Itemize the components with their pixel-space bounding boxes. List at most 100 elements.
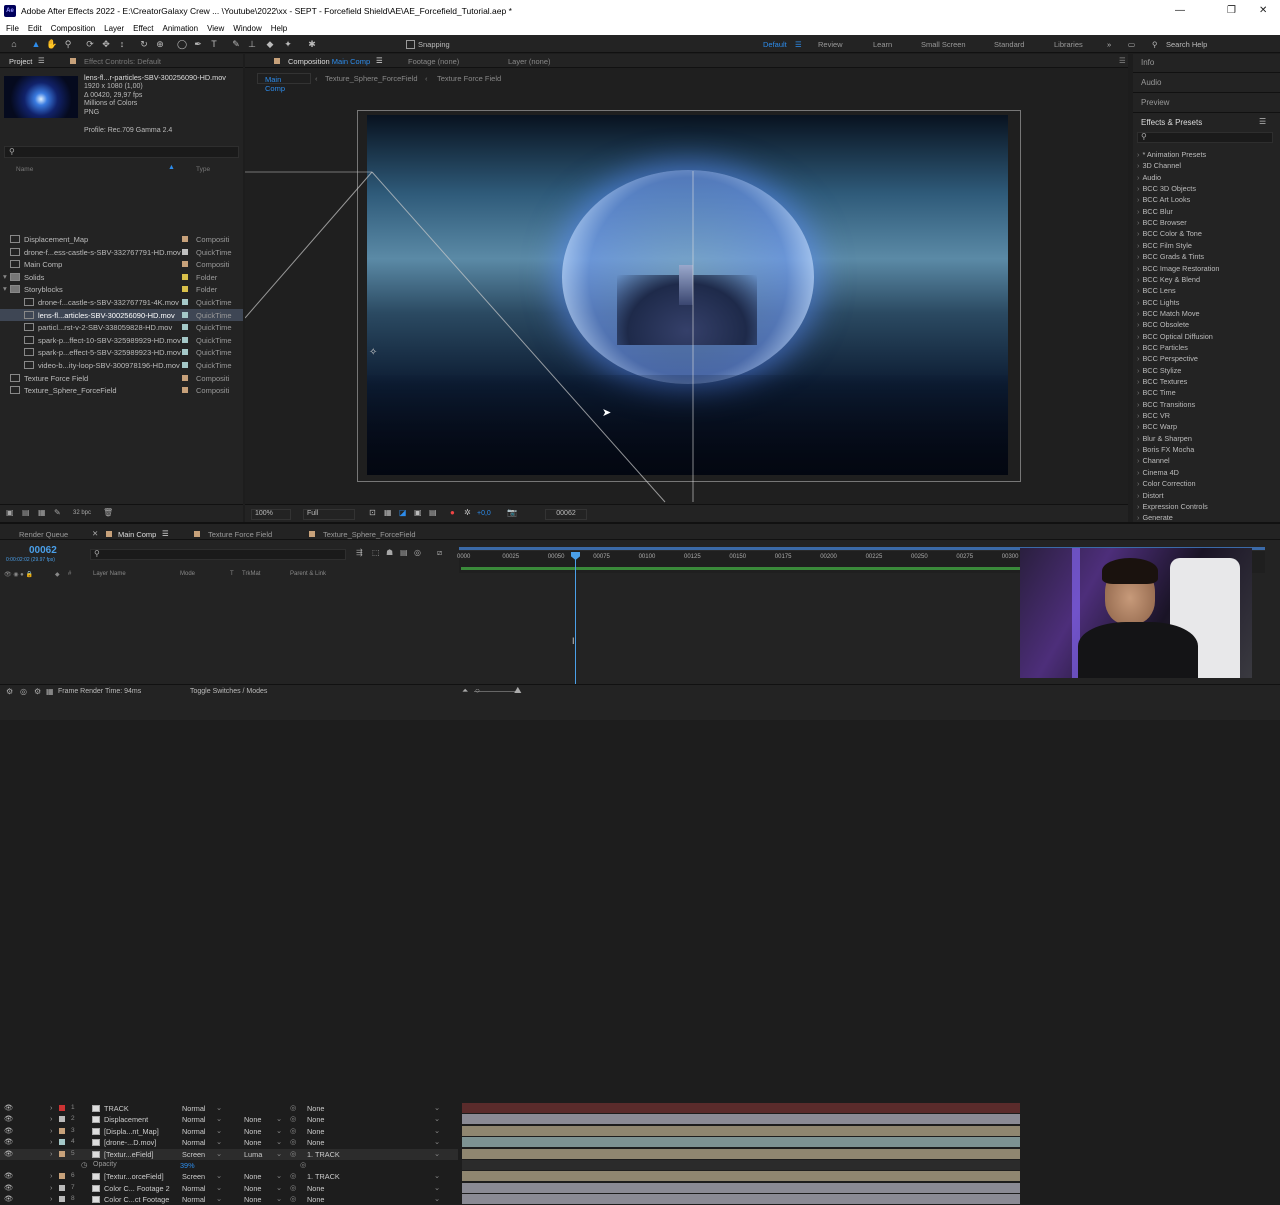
dolly-tool-icon[interactable]: ↕ <box>116 38 128 50</box>
layer-mode-select[interactable]: Normal <box>182 1184 206 1193</box>
effect-category[interactable]: BCC Textures <box>1137 377 1187 386</box>
frame-blending-icon[interactable]: ▤ <box>400 548 408 557</box>
menu-animation[interactable]: Animation <box>162 24 198 33</box>
eraser-tool-icon[interactable]: ◆ <box>264 38 276 50</box>
tab-texture-sphere[interactable]: Texture_Sphere_ForceField <box>323 530 416 539</box>
zoom-tool-icon[interactable]: ⚲ <box>62 38 74 50</box>
parent-select[interactable]: None <box>307 1138 324 1147</box>
brush-tool-icon[interactable]: ✎ <box>230 38 242 50</box>
tab-texture-force-field[interactable]: Texture Force Field <box>208 530 272 539</box>
effect-category[interactable]: BCC Blur <box>1137 207 1172 216</box>
layer-label-swatch[interactable] <box>59 1127 65 1134</box>
zoom-slider[interactable] <box>474 691 518 692</box>
eye-icon[interactable]: 👁 <box>4 1114 13 1123</box>
effect-category[interactable]: BCC Warp <box>1137 422 1177 431</box>
effect-category[interactable]: BCC Particles <box>1137 343 1187 352</box>
eye-icon[interactable]: 👁 <box>4 1194 13 1203</box>
layer-name[interactable]: [drone-...D.mov] <box>104 1138 156 1147</box>
layer-mode-select[interactable]: Normal <box>182 1115 206 1124</box>
layer-mode-select[interactable]: Normal <box>182 1127 206 1136</box>
opacity-value[interactable]: 39% <box>180 1161 195 1170</box>
layer-name[interactable]: [Displa...nt_Map] <box>104 1127 159 1136</box>
layer-label-swatch[interactable] <box>59 1184 65 1191</box>
label-color-swatch[interactable] <box>182 374 188 381</box>
chevron-right-icon[interactable]: › <box>50 1126 52 1135</box>
parent-select[interactable]: 1. TRACK <box>307 1150 340 1159</box>
layer-label-swatch[interactable] <box>59 1116 65 1123</box>
effect-category[interactable]: BCC Transitions <box>1137 400 1195 409</box>
label-color-swatch[interactable] <box>182 362 188 368</box>
project-item[interactable]: particl...rst-v-2-SBV-338059828-HD.mov Qu… <box>0 321 243 334</box>
chevron-down-icon[interactable]: ▾ <box>3 284 7 293</box>
parent-select[interactable]: None <box>307 1195 324 1204</box>
pickwhip-icon[interactable]: ◎ <box>290 1149 296 1158</box>
effect-category[interactable]: Expression Controls <box>1137 502 1207 511</box>
eye-icon[interactable]: 👁 <box>4 1137 13 1146</box>
menu-effect[interactable]: Effect <box>133 24 153 33</box>
resolution-select[interactable]: Full <box>303 509 355 520</box>
channel-icon[interactable]: ▤ <box>429 508 437 517</box>
effect-category[interactable]: BCC Lens <box>1137 286 1175 295</box>
label-color-swatch[interactable] <box>182 261 188 268</box>
type-tool-icon[interactable]: T <box>208 38 220 50</box>
layer-switches-icon[interactable]: ⚙ <box>6 687 13 696</box>
sort-up-icon[interactable]: ▲ <box>168 164 175 171</box>
effect-category[interactable]: BCC Optical Diffusion <box>1137 332 1212 341</box>
effect-category[interactable]: BCC Browser <box>1137 218 1186 227</box>
pickwhip-icon[interactable]: ◎ <box>300 1160 306 1169</box>
graph-editor-icon[interactable]: ⧄ <box>437 548 442 558</box>
chevron-right-icon[interactable]: › <box>50 1114 52 1123</box>
layer-name[interactable]: [Textur...eField] <box>104 1150 153 1159</box>
roto-tool-icon[interactable]: ✦ <box>282 38 294 50</box>
menu-window[interactable]: Window <box>233 24 261 33</box>
layer-name[interactable]: Color C... Footage 2 <box>104 1184 170 1193</box>
effect-category[interactable]: Distort <box>1137 491 1163 500</box>
label-color-swatch[interactable] <box>182 286 188 293</box>
layer-label-swatch[interactable] <box>59 1139 65 1146</box>
effect-category[interactable]: BCC Match Move <box>1137 309 1199 318</box>
more-workspaces-icon[interactable]: » <box>1107 40 1111 49</box>
tab-project[interactable]: Project <box>9 57 32 66</box>
home-icon[interactable]: ⌂ <box>8 38 20 50</box>
pen-tool-icon[interactable]: ✒ <box>192 38 204 50</box>
chevron-right-icon[interactable]: › <box>50 1149 52 1158</box>
project-item[interactable]: Displacement_Map Compositi <box>0 233 243 246</box>
eye-icon[interactable]: 👁 <box>4 1183 13 1192</box>
layer-duration-bar[interactable] <box>462 1125 1020 1136</box>
chevron-right-icon[interactable]: › <box>50 1194 52 1203</box>
playhead[interactable] <box>575 554 576 684</box>
snapshot-icon[interactable]: 📷 <box>507 508 517 517</box>
anchor-point-icon[interactable]: ✧ <box>369 347 377 358</box>
layer-duration-bar[interactable] <box>462 1103 1020 1113</box>
layer-duration-bar[interactable] <box>462 1160 1020 1170</box>
col-mode[interactable]: Mode <box>180 571 195 577</box>
col-t[interactable]: T <box>230 571 234 577</box>
close-tab-icon[interactable]: ✕ <box>92 529 98 538</box>
project-item[interactable]: ▾ Solids Folder <box>0 271 243 284</box>
close-icon[interactable]: ✕ <box>1259 5 1267 16</box>
stopwatch-icon[interactable]: ◷ <box>81 1160 87 1169</box>
trkmat-select[interactable]: Luma <box>244 1150 262 1159</box>
layer-search-input[interactable]: ⚲ <box>90 549 346 560</box>
parent-select[interactable]: None <box>307 1127 324 1136</box>
layer-name[interactable]: Displacement <box>104 1115 148 1124</box>
project-item[interactable]: video-b...ity-loop-SBV-300978196-HD.mov Q… <box>0 359 243 372</box>
chevron-right-icon[interactable]: › <box>50 1103 52 1112</box>
trash-icon[interactable]: 🗑 <box>103 508 113 517</box>
layer-row[interactable]: 👁 › 7 Color C... Footage 2 Normal ⌄ None ⌄ ◎ None… <box>0 1183 458 1194</box>
effect-category[interactable]: 3D Channel <box>1137 161 1181 170</box>
screen-icon[interactable]: ▭ <box>1128 40 1135 49</box>
pickwhip-icon[interactable]: ◎ <box>290 1171 296 1180</box>
layer-duration-bar[interactable] <box>462 1194 1020 1205</box>
pickwhip-icon[interactable]: ◎ <box>290 1183 296 1192</box>
effect-category[interactable]: Color Correction <box>1137 479 1195 488</box>
layer-name[interactable]: Color C...ct Footage <box>104 1195 169 1204</box>
layer-row[interactable]: 👁 › 6 [Textur...orceField] Screen ⌄ None ⌄ ◎ 1. T… <box>0 1171 458 1182</box>
workspace-learn[interactable]: Learn <box>873 40 892 49</box>
layer-row[interactable]: 👁 › 8 Color C...ct Footage Normal ⌄ None ⌄ ◎ None… <box>0 1194 458 1205</box>
workspace-menu-icon[interactable]: ☰ <box>795 40 802 49</box>
layer-duration-bar[interactable] <box>462 1114 1020 1125</box>
project-item[interactable]: spark-p...ffect-10-SBV-325989929-HD.mov Q… <box>0 334 243 347</box>
effect-category[interactable]: Cinema 4D <box>1137 468 1179 477</box>
layer-label-swatch[interactable] <box>59 1105 65 1111</box>
